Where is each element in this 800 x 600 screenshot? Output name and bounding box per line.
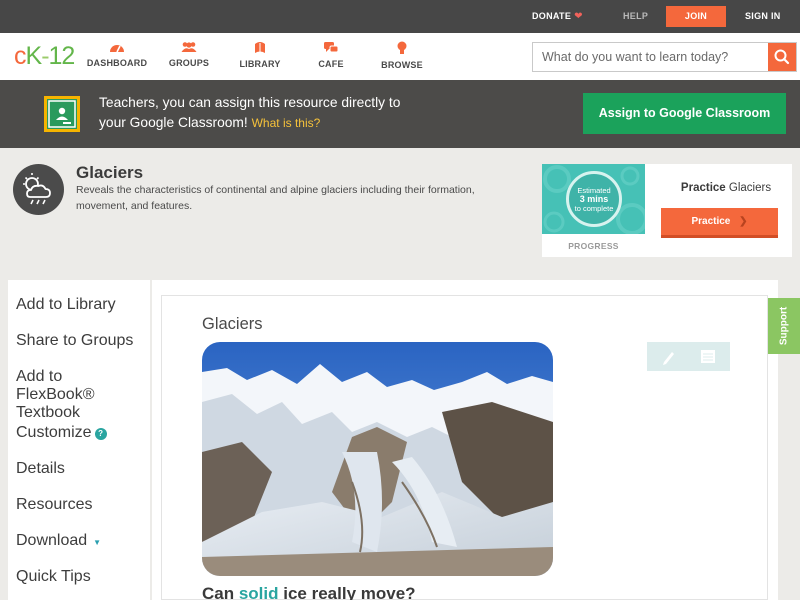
customize-link[interactable]: Customize? [16, 424, 139, 460]
practice-title-topic: Glaciers [728, 182, 772, 194]
progress-badge: Estimated 3 mins to complete [542, 164, 645, 234]
practice-card: Estimated 3 mins to complete PROGRESS Pr… [542, 164, 792, 257]
search-icon [774, 49, 790, 65]
add-to-flexbook-link[interactable]: Add to FlexBook® Textbook [16, 368, 139, 424]
groups-icon [181, 42, 197, 52]
notes-icon[interactable] [688, 342, 730, 371]
question-text-pre: Can [202, 584, 239, 600]
add-to-flexbook-textbook-label: Textbook [16, 404, 81, 421]
top-utility-bar: DONATE ❤ HELP JOIN SIGN IN [0, 0, 800, 33]
logo-c: c [14, 42, 26, 70]
concept-title: Glaciers [76, 163, 144, 182]
details-label: Details [16, 460, 65, 477]
resources-link[interactable]: Resources [16, 496, 139, 532]
donate-label: DONATE [532, 11, 572, 21]
resources-label: Resources [16, 496, 93, 513]
estimated-minutes: 3 mins [579, 194, 609, 204]
logo-k: K [25, 42, 43, 70]
annotation-toolbar [647, 342, 730, 371]
question-highlight[interactable]: solid [239, 584, 279, 600]
weather-icon [13, 164, 64, 215]
share-to-groups-link[interactable]: Share to Groups [16, 332, 139, 368]
progress-label: PROGRESS [568, 241, 619, 251]
add-to-flexbook-label: Add to FlexBook® [16, 368, 95, 403]
nav-browse-label: BROWSE [381, 60, 423, 70]
sign-in-link[interactable]: SIGN IN [745, 0, 781, 33]
ck12-logo[interactable]: cK-12 [14, 42, 76, 70]
donate-link[interactable]: DONATE ❤ [532, 0, 583, 33]
classroom-message-line1: Teachers, you can assign this resource d… [99, 95, 401, 110]
main-nav: cK-12 DASHBOARD GROUPS LIBRARY CAFE BROW… [0, 33, 800, 80]
nav-dashboard[interactable]: DASHBOARD [82, 41, 152, 68]
search-button[interactable] [768, 43, 796, 71]
nav-library-label: LIBRARY [239, 59, 281, 69]
join-button[interactable]: JOIN [666, 6, 726, 27]
glacier-image [202, 342, 553, 576]
chevron-right-icon: ❯ [739, 215, 748, 227]
download-link[interactable]: Download ▼ [16, 532, 139, 568]
download-label: Download [16, 532, 88, 549]
customize-label: Customize [16, 424, 92, 441]
nav-library[interactable]: LIBRARY [225, 41, 295, 69]
pencil-icon[interactable] [647, 342, 688, 371]
nav-browse[interactable]: BROWSE [367, 41, 437, 70]
quick-tips-heading: Quick Tips [16, 568, 139, 600]
practice-button-label: Practice [691, 215, 731, 227]
search-input[interactable] [533, 43, 769, 71]
share-to-groups-label: Share to Groups [16, 332, 134, 349]
support-tab[interactable]: Support [768, 298, 800, 354]
add-to-library-label: Add to Library [16, 296, 116, 313]
what-is-this-link[interactable]: What is this? [252, 116, 321, 130]
to-complete-label: to complete [574, 204, 614, 213]
question-text-post: ice really move? [278, 584, 416, 600]
dashboard-icon [110, 45, 124, 53]
nav-cafe[interactable]: CAFE [296, 41, 366, 69]
article-title: Glaciers [202, 315, 263, 333]
nav-dashboard-label: DASHBOARD [86, 58, 148, 68]
caret-down-icon: ▼ [93, 538, 102, 547]
search-box [532, 42, 797, 72]
support-label: Support [778, 306, 790, 346]
quick-tips-label: Quick Tips [16, 568, 91, 585]
classroom-message-line2: your Google Classroom! [99, 115, 248, 130]
nav-groups[interactable]: GROUPS [154, 41, 224, 68]
add-to-library-link[interactable]: Add to Library [16, 296, 139, 332]
practice-title: Practice Glaciers [660, 182, 792, 194]
details-link[interactable]: Details [16, 460, 139, 496]
classroom-message: Teachers, you can assign this resource d… [99, 93, 519, 133]
help-icon[interactable]: ? [94, 428, 107, 440]
cafe-icon [324, 42, 339, 53]
logo-12: 12 [48, 42, 76, 70]
practice-button[interactable]: Practice ❯ [661, 208, 778, 238]
nav-groups-label: GROUPS [168, 58, 210, 68]
concept-description: Reveals the characteristics of continent… [76, 184, 475, 212]
assign-to-google-classroom-button[interactable]: Assign to Google Classroom [583, 93, 786, 134]
google-classroom-icon [44, 96, 80, 132]
article-question: Can solid ice really move? [202, 584, 416, 600]
logo-dash: - [41, 42, 49, 70]
help-link[interactable]: HELP [623, 0, 648, 33]
practice-title-bold: Practice [680, 182, 726, 194]
library-icon [255, 42, 265, 53]
estimated-time-dial: Estimated 3 mins to complete [566, 171, 622, 227]
browse-icon [397, 41, 407, 54]
heart-icon: ❤ [574, 11, 583, 22]
nav-cafe-label: CAFE [318, 59, 344, 69]
